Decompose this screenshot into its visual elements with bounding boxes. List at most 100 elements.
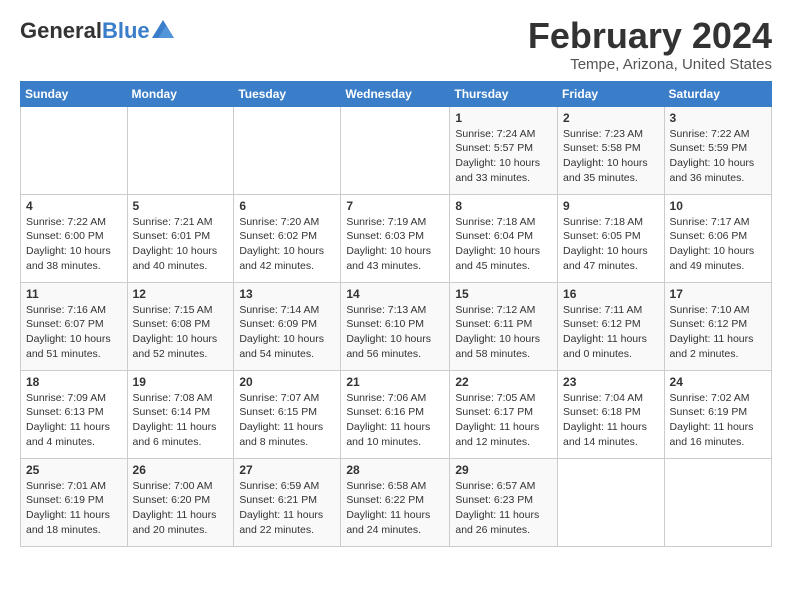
calendar-cell: 1 Sunrise: 7:24 AM Sunset: 5:57 PM Daylig… [450,106,558,194]
calendar-cell: 17 Sunrise: 7:10 AM Sunset: 6:12 PM Dayli… [664,282,771,370]
calendar-table: SundayMondayTuesdayWednesdayThursdayFrid… [20,81,772,547]
day-info: Sunrise: 6:59 AM Sunset: 6:21 PM Dayligh… [239,479,335,538]
calendar-week-row: 4Sunrise: 7:22 AM Sunset: 6:00 PM Daylig… [21,194,772,282]
day-info: Sunrise: 7:22 AM Sunset: 5:59 PM Dayligh… [670,127,766,186]
day-number: 29 [455,463,552,477]
day-number: 27 [239,463,335,477]
day-number: 17 [670,287,766,301]
calendar-header-row: SundayMondayTuesdayWednesdayThursdayFrid… [21,81,772,106]
day-info: Sunrise: 7:02 AM Sunset: 6:19 PM Dayligh… [670,391,766,450]
day-info: Sunrise: 7:09 AM Sunset: 6:13 PM Dayligh… [26,391,122,450]
day-number: 8 [455,199,552,213]
day-info: Sunrise: 7:06 AM Sunset: 6:16 PM Dayligh… [346,391,444,450]
header: GeneralBlue February 2024 Tempe, Arizona… [20,16,772,73]
calendar-week-row: 1 Sunrise: 7:24 AM Sunset: 5:57 PM Daylig… [21,106,772,194]
calendar-cell: 8 Sunrise: 7:18 AM Sunset: 6:04 PM Daylig… [450,194,558,282]
header-day-monday: Monday [127,81,234,106]
day-number: 6 [239,199,335,213]
calendar-cell: 4Sunrise: 7:22 AM Sunset: 6:00 PM Daylig… [21,194,128,282]
location-title: Tempe, Arizona, United States [528,56,772,73]
day-number: 22 [455,375,552,389]
day-info: Sunrise: 7:18 AM Sunset: 6:04 PM Dayligh… [455,215,552,274]
calendar-cell: 7 Sunrise: 7:19 AM Sunset: 6:03 PM Daylig… [341,194,450,282]
calendar-cell [558,458,665,546]
day-info: Sunrise: 7:15 AM Sunset: 6:08 PM Dayligh… [133,303,229,362]
day-number: 15 [455,287,552,301]
calendar-week-row: 25 Sunrise: 7:01 AM Sunset: 6:19 PM Dayli… [21,458,772,546]
calendar-cell: 9 Sunrise: 7:18 AM Sunset: 6:05 PM Daylig… [558,194,665,282]
header-day-sunday: Sunday [21,81,128,106]
day-info: Sunrise: 7:12 AM Sunset: 6:11 PM Dayligh… [455,303,552,362]
calendar-cell: 20Sunrise: 7:07 AM Sunset: 6:15 PM Dayli… [234,370,341,458]
calendar-cell: 19 Sunrise: 7:08 AM Sunset: 6:14 PM Dayli… [127,370,234,458]
calendar-cell: 18 Sunrise: 7:09 AM Sunset: 6:13 PM Dayli… [21,370,128,458]
calendar-cell: 13 Sunrise: 7:14 AM Sunset: 6:09 PM Dayli… [234,282,341,370]
day-number: 18 [26,375,122,389]
day-number: 9 [563,199,659,213]
calendar-cell: 27 Sunrise: 6:59 AM Sunset: 6:21 PM Dayli… [234,458,341,546]
day-info: Sunrise: 7:20 AM Sunset: 6:02 PM Dayligh… [239,215,335,274]
header-day-wednesday: Wednesday [341,81,450,106]
day-info: Sunrise: 7:05 AM Sunset: 6:17 PM Dayligh… [455,391,552,450]
day-info: Sunrise: 7:10 AM Sunset: 6:12 PM Dayligh… [670,303,766,362]
day-info: Sunrise: 7:21 AM Sunset: 6:01 PM Dayligh… [133,215,229,274]
day-info: Sunrise: 7:19 AM Sunset: 6:03 PM Dayligh… [346,215,444,274]
day-number: 12 [133,287,229,301]
day-info: Sunrise: 7:01 AM Sunset: 6:19 PM Dayligh… [26,479,122,538]
logo-blue: Blue [102,18,150,43]
calendar-cell: 21Sunrise: 7:06 AM Sunset: 6:16 PM Dayli… [341,370,450,458]
day-info: Sunrise: 7:13 AM Sunset: 6:10 PM Dayligh… [346,303,444,362]
day-number: 4 [26,199,122,213]
day-number: 25 [26,463,122,477]
day-info: Sunrise: 7:16 AM Sunset: 6:07 PM Dayligh… [26,303,122,362]
month-title: February 2024 [528,16,772,56]
day-number: 1 [455,111,552,125]
header-day-friday: Friday [558,81,665,106]
day-number: 23 [563,375,659,389]
calendar-cell: 16Sunrise: 7:11 AM Sunset: 6:12 PM Dayli… [558,282,665,370]
day-number: 7 [346,199,444,213]
day-info: Sunrise: 7:14 AM Sunset: 6:09 PM Dayligh… [239,303,335,362]
calendar-cell: 14 Sunrise: 7:13 AM Sunset: 6:10 PM Dayli… [341,282,450,370]
calendar-cell: 2Sunrise: 7:23 AM Sunset: 5:58 PM Daylig… [558,106,665,194]
day-info: Sunrise: 6:58 AM Sunset: 6:22 PM Dayligh… [346,479,444,538]
logo: GeneralBlue [20,20,174,42]
calendar-week-row: 18 Sunrise: 7:09 AM Sunset: 6:13 PM Dayli… [21,370,772,458]
day-number: 14 [346,287,444,301]
day-info: Sunrise: 6:57 AM Sunset: 6:23 PM Dayligh… [455,479,552,538]
day-info: Sunrise: 7:04 AM Sunset: 6:18 PM Dayligh… [563,391,659,450]
day-info: Sunrise: 7:00 AM Sunset: 6:20 PM Dayligh… [133,479,229,538]
header-day-saturday: Saturday [664,81,771,106]
calendar-cell: 5 Sunrise: 7:21 AM Sunset: 6:01 PM Daylig… [127,194,234,282]
calendar-cell [127,106,234,194]
day-number: 3 [670,111,766,125]
calendar-week-row: 11 Sunrise: 7:16 AM Sunset: 6:07 PM Dayli… [21,282,772,370]
calendar-cell: 3 Sunrise: 7:22 AM Sunset: 5:59 PM Daylig… [664,106,771,194]
calendar-cell: 15 Sunrise: 7:12 AM Sunset: 6:11 PM Dayli… [450,282,558,370]
calendar-cell: 26Sunrise: 7:00 AM Sunset: 6:20 PM Dayli… [127,458,234,546]
calendar-cell: 10Sunrise: 7:17 AM Sunset: 6:06 PM Dayli… [664,194,771,282]
day-info: Sunrise: 7:08 AM Sunset: 6:14 PM Dayligh… [133,391,229,450]
calendar-cell: 23 Sunrise: 7:04 AM Sunset: 6:18 PM Dayli… [558,370,665,458]
calendar-cell: 29 Sunrise: 6:57 AM Sunset: 6:23 PM Dayli… [450,458,558,546]
day-number: 19 [133,375,229,389]
calendar-cell: 25 Sunrise: 7:01 AM Sunset: 6:19 PM Dayli… [21,458,128,546]
day-number: 28 [346,463,444,477]
logo-icon [152,20,174,38]
day-info: Sunrise: 7:18 AM Sunset: 6:05 PM Dayligh… [563,215,659,274]
day-info: Sunrise: 7:24 AM Sunset: 5:57 PM Dayligh… [455,127,552,186]
day-number: 11 [26,287,122,301]
day-info: Sunrise: 7:17 AM Sunset: 6:06 PM Dayligh… [670,215,766,274]
day-number: 2 [563,111,659,125]
day-number: 24 [670,375,766,389]
title-area: February 2024 Tempe, Arizona, United Sta… [528,16,772,73]
calendar-cell: 28 Sunrise: 6:58 AM Sunset: 6:22 PM Dayli… [341,458,450,546]
calendar-cell: 12 Sunrise: 7:15 AM Sunset: 6:08 PM Dayli… [127,282,234,370]
calendar-cell: 22 Sunrise: 7:05 AM Sunset: 6:17 PM Dayli… [450,370,558,458]
day-number: 16 [563,287,659,301]
calendar-cell [21,106,128,194]
calendar-cell: 11 Sunrise: 7:16 AM Sunset: 6:07 PM Dayli… [21,282,128,370]
day-number: 5 [133,199,229,213]
day-number: 13 [239,287,335,301]
header-day-tuesday: Tuesday [234,81,341,106]
